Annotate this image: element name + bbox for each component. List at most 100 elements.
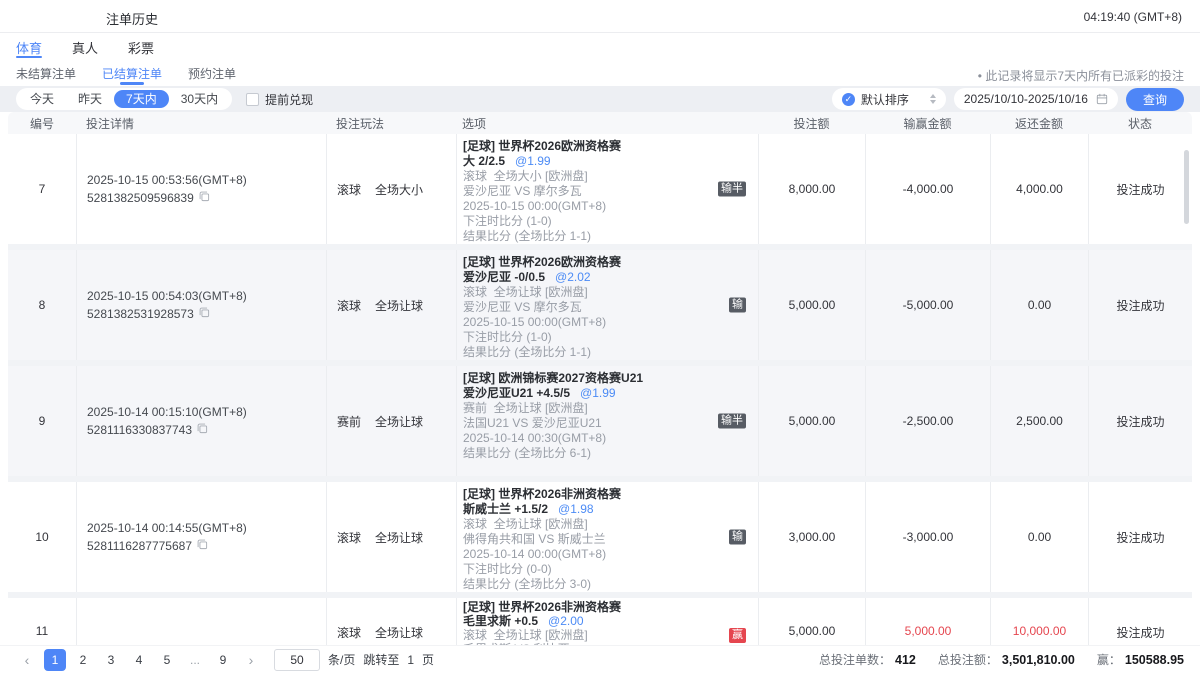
current-time: 04:19:40 (GMT+8)	[1084, 10, 1182, 24]
stake-amount: 5,000.00	[758, 598, 865, 645]
next-page-icon[interactable]: ›	[240, 649, 262, 671]
sub-tab[interactable]: 未结算注单	[16, 61, 76, 86]
odds-value: @1.98	[558, 502, 594, 516]
row-number: 9	[8, 366, 76, 476]
stake-amount: 5,000.00	[758, 366, 865, 476]
sort-select-value: 默认排序	[861, 91, 924, 108]
bet-time: 2025-10-14 00:14:55(GMT+8)	[87, 521, 247, 535]
winloss-amount: -3,000.00	[865, 482, 990, 592]
column-header: 状态	[1088, 112, 1192, 134]
date-range-input[interactable]: 2025/10/10-2025/10/16	[954, 88, 1118, 110]
prev-page-icon[interactable]: ‹	[16, 649, 38, 671]
main-tabs: 体育 真人 彩票	[0, 33, 1200, 61]
option-detail-line: 下注时比分 (1-0)	[463, 214, 552, 229]
record-note: • 此记录将显示7天内所有已派彩的投注	[978, 67, 1184, 84]
option-detail-line: 滚球 全场让球 [欧洲盘]	[463, 628, 588, 642]
option-detail-line: 2025-10-14 00:30(GMT+8)	[463, 431, 606, 446]
play-type-cell: 滚球全场让球	[326, 482, 456, 592]
page-number-button[interactable]: 2	[72, 649, 94, 671]
table-row: 82025-10-15 00:54:03(GMT+8)5281382531928…	[8, 250, 1192, 360]
top-header: 注单历史 04:19:40 (GMT+8)	[0, 0, 1200, 33]
main-tab[interactable]: 体育	[16, 33, 42, 61]
scrollbar-thumb[interactable]	[1184, 150, 1189, 224]
bet-time: 2025-10-15 00:54:03(GMT+8)	[87, 289, 247, 303]
footer-bar: ‹12345...9› 50 条/页 跳转至 1 页 总投注单数：412总投注额…	[0, 645, 1200, 673]
quick-filter-button[interactable]: 今天	[18, 90, 66, 108]
selection-line: 斯威士兰 +1.5/2@1.98	[463, 502, 594, 517]
pagination: ‹12345...9›	[16, 649, 262, 671]
bet-id: 5281382531928573	[87, 307, 194, 321]
bet-time: 2025-10-14 00:15:10(GMT+8)	[87, 405, 247, 419]
bet-id-row: 5281382509596839	[87, 191, 210, 205]
table-row: 72025-10-15 00:53:56(GMT+8)5281382509596…	[8, 134, 1192, 244]
selection-text: 毛里求斯 +0.5	[463, 614, 538, 628]
quick-filter-button[interactable]: 7天内	[114, 90, 169, 108]
option-detail-line: 下注时比分 (0-0)	[463, 562, 552, 577]
option-detail-line: 结果比分 (全场比分 6-1)	[463, 446, 591, 461]
stake-amount: 5,000.00	[758, 250, 865, 360]
winloss-amount: -4,000.00	[865, 134, 990, 244]
row-number: 11	[8, 598, 76, 645]
column-header: 编号	[8, 112, 76, 134]
jump-unit: 页	[422, 651, 434, 668]
option-detail-line: 法国U21 VS 爱沙尼亚U21	[463, 416, 602, 431]
option-detail-line: 滚球 全场大小 [欧洲盘]	[463, 169, 588, 184]
copy-icon[interactable]	[199, 191, 210, 205]
bet-detail-cell: 2025-10-14 00:14:41(GMT+8)	[76, 598, 326, 645]
play-type-cell: 滚球全场大小	[326, 134, 456, 244]
option-detail-line: 爱沙尼亚 VS 摩尔多瓦	[463, 300, 582, 315]
option-detail-line: 滚球 全场让球 [欧洲盘]	[463, 517, 588, 532]
search-button[interactable]: 查询	[1126, 88, 1184, 111]
quick-filter-button[interactable]: 30天内	[169, 90, 230, 108]
sub-tab[interactable]: 已结算注单	[102, 61, 162, 86]
bet-id: 5281116287775687	[87, 539, 192, 553]
page-size-input[interactable]: 50	[274, 649, 320, 671]
selection-text: 爱沙尼亚U21 +4.5/5	[463, 386, 570, 400]
status-text: 投注成功	[1088, 598, 1192, 645]
page-number-button[interactable]: 1	[44, 649, 66, 671]
bet-detail-cell: 2025-10-15 00:53:56(GMT+8)52813825095968…	[76, 134, 326, 244]
main-tab[interactable]: 真人	[72, 33, 98, 61]
copy-icon[interactable]	[199, 307, 210, 321]
play-type: 滚球	[337, 529, 361, 546]
checkbox-icon[interactable]	[246, 93, 259, 106]
sort-select[interactable]: ✓ 默认排序	[832, 88, 946, 110]
filter-bar: 今天昨天7天内30天内 提前兑现 ✓ 默认排序 2025/10/10-2025/…	[0, 86, 1200, 112]
column-header: 输赢金额	[865, 112, 990, 134]
result-badge: 输	[729, 530, 746, 545]
jump-page-input[interactable]: 1	[407, 653, 414, 667]
stake-amount: 3,000.00	[758, 482, 865, 592]
copy-icon[interactable]	[197, 423, 208, 437]
page-number-button[interactable]: 4	[128, 649, 150, 671]
quick-filter-group: 今天昨天7天内30天内	[16, 88, 232, 110]
play-market: 全场大小	[375, 181, 423, 198]
bet-detail-cell: 2025-10-15 00:54:03(GMT+8) 52813825319285…	[76, 250, 326, 360]
total-item: 总投注额：3,501,810.00	[938, 651, 1075, 668]
quick-filter-button[interactable]: 昨天	[66, 90, 114, 108]
total-label: 赢：	[1097, 651, 1121, 668]
play-market: 全场让球	[375, 413, 423, 430]
page-number-button[interactable]: 3	[100, 649, 122, 671]
total-value: 3,501,810.00	[1002, 653, 1075, 667]
main-tab[interactable]: 彩票	[128, 33, 154, 61]
early-cashout-checkbox[interactable]: 提前兑现	[246, 91, 313, 108]
total-value: 412	[895, 653, 916, 667]
option-cell: [足球] 世界杯2026欧洲资格赛大 2/2.5@1.99滚球 全场大小 [欧洲…	[456, 134, 758, 244]
sub-tab[interactable]: 预约注单	[188, 61, 236, 86]
selection-line: 爱沙尼亚 -0/0.5@2.02	[463, 270, 591, 285]
option-detail-line: 佛得角共和国 VS 斯威士兰	[463, 532, 606, 547]
table-row: 9 2025-10-14 00:15:10(GMT+8) 5281116330837…	[8, 366, 1192, 476]
match-title: [足球] 欧洲锦标赛2027资格赛U21	[463, 371, 643, 386]
copy-icon[interactable]	[197, 539, 208, 553]
page-number-button[interactable]: 5	[156, 649, 178, 671]
page-number-button[interactable]: 9	[212, 649, 234, 671]
status-text: 投注成功	[1088, 250, 1192, 360]
play-market: 全场让球	[375, 529, 423, 546]
option-cell: [足球] 欧洲锦标赛2027资格赛U21爱沙尼亚U21 +4.5/5@1.99赛…	[456, 366, 758, 476]
option-detail-line: 下注时比分 (1-0)	[463, 330, 552, 345]
check-circle-icon: ✓	[842, 93, 855, 106]
play-type-cell: 赛前全场让球	[326, 366, 456, 476]
odds-value: @1.99	[515, 154, 551, 168]
row-number: 7	[8, 134, 76, 244]
bet-id: 5281116330837743	[87, 423, 192, 437]
